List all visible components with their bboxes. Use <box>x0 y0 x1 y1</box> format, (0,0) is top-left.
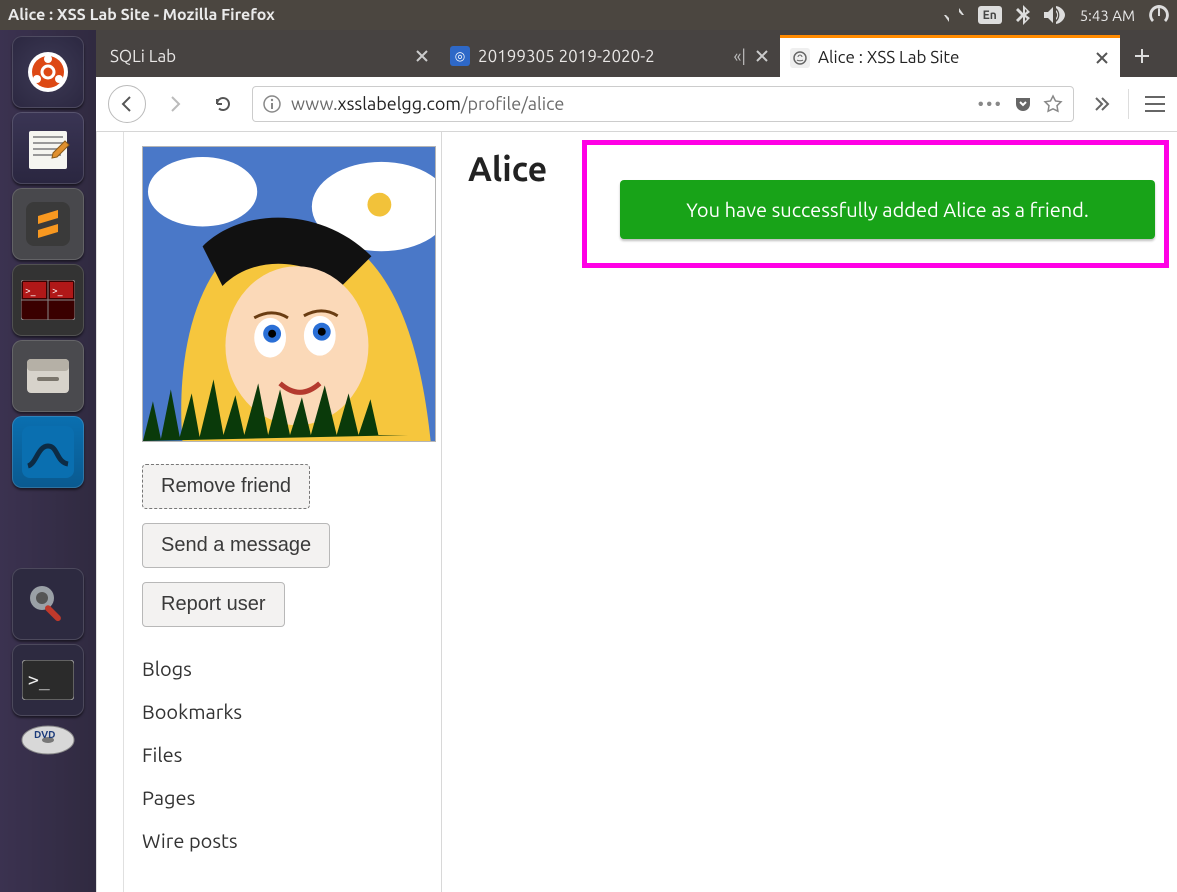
url-text: www.xsslabelgg.com/profile/alice <box>291 94 564 114</box>
status-area: En 5:43 AM <box>944 5 1169 25</box>
link-blogs[interactable]: Blogs <box>142 657 423 680</box>
tab-doc[interactable]: ◎ 20199305 2019-2020-2 «| <box>440 35 780 77</box>
profile-main: Alice You have successfully added Alice … <box>442 132 1177 892</box>
svg-text:>_: >_ <box>25 285 36 296</box>
send-message-button[interactable]: Send a message <box>142 523 330 568</box>
launcher-ubuntu-dash[interactable] <box>12 36 84 108</box>
svg-text:DVD: DVD <box>34 729 55 740</box>
bookmark-star-icon[interactable] <box>1043 94 1063 114</box>
link-pages[interactable]: Pages <box>142 786 423 809</box>
tab-alice-active[interactable]: Alice : XSS Lab Site <box>780 35 1120 77</box>
forward-button[interactable] <box>156 85 194 123</box>
url-toolbar: www.xsslabelgg.com/profile/alice ••• <box>96 77 1177 132</box>
avatar <box>142 146 436 442</box>
more-actions-icon[interactable]: ••• <box>978 94 1003 114</box>
launcher-file-manager[interactable] <box>12 340 84 412</box>
reload-button[interactable] <box>204 85 242 123</box>
bluetooth-icon[interactable] <box>1016 5 1030 25</box>
report-user-button[interactable]: Report user <box>142 582 285 627</box>
link-wireposts[interactable]: Wire posts <box>142 829 423 852</box>
firefox-window: SQLi Lab ◎ 20199305 2019-2020-2 «| Alice… <box>96 30 1177 892</box>
success-alert: You have successfully added Alice as a f… <box>620 180 1155 239</box>
page-viewport: Remove friend Send a message Report user… <box>96 132 1177 892</box>
toolbar-overflow-icon[interactable] <box>1092 94 1112 114</box>
link-bookmarks[interactable]: Bookmarks <box>142 700 423 723</box>
url-input[interactable]: www.xsslabelgg.com/profile/alice ••• <box>252 86 1074 122</box>
launcher-wireshark[interactable] <box>12 416 84 488</box>
network-icon[interactable] <box>944 6 964 24</box>
close-icon[interactable] <box>754 48 770 64</box>
window-title: Alice : XSS Lab Site - Mozilla Firefox <box>8 6 275 24</box>
tab-sqlilab[interactable]: SQLi Lab <box>100 35 440 77</box>
svg-text:>_: >_ <box>28 670 50 691</box>
info-icon[interactable] <box>263 95 281 113</box>
tab-strip: SQLi Lab ◎ 20199305 2019-2020-2 «| Alice… <box>96 30 1177 77</box>
favicon-icon: ◎ <box>450 46 470 66</box>
pocket-icon[interactable] <box>1013 94 1033 114</box>
favicon-icon <box>790 48 810 68</box>
new-tab-button[interactable] <box>1120 35 1164 77</box>
clock[interactable]: 5:43 AM <box>1080 7 1135 24</box>
overflow-chevron-icon: «| <box>733 47 746 66</box>
launcher-sublime-text[interactable] <box>12 188 84 260</box>
hamburger-menu-icon[interactable] <box>1145 96 1165 112</box>
volume-icon[interactable] <box>1044 6 1066 24</box>
link-files[interactable]: Files <box>142 743 423 766</box>
launcher-terminal-red[interactable]: >_ >_ <box>12 264 84 336</box>
launcher-disc-media[interactable]: DVD <box>12 720 84 760</box>
keyboard-layout-indicator[interactable]: En <box>978 6 1002 24</box>
back-button[interactable] <box>108 85 146 123</box>
os-top-bar: Alice : XSS Lab Site - Mozilla Firefox E… <box>0 0 1177 30</box>
launcher-terminal[interactable]: >_ <box>12 644 84 716</box>
close-icon[interactable] <box>1094 50 1110 66</box>
close-icon[interactable] <box>414 48 430 64</box>
launcher-settings[interactable] <box>12 568 84 640</box>
power-icon[interactable] <box>1149 5 1169 25</box>
profile-nav-links: Blogs Bookmarks Files Pages Wire posts <box>142 657 423 852</box>
remove-friend-button[interactable]: Remove friend <box>142 464 310 509</box>
svg-text:>_: >_ <box>52 285 63 296</box>
unity-launcher: >_ >_ >_ DVD <box>0 30 96 892</box>
launcher-text-editor[interactable] <box>12 112 84 184</box>
profile-sidebar: Remove friend Send a message Report user… <box>124 132 442 892</box>
